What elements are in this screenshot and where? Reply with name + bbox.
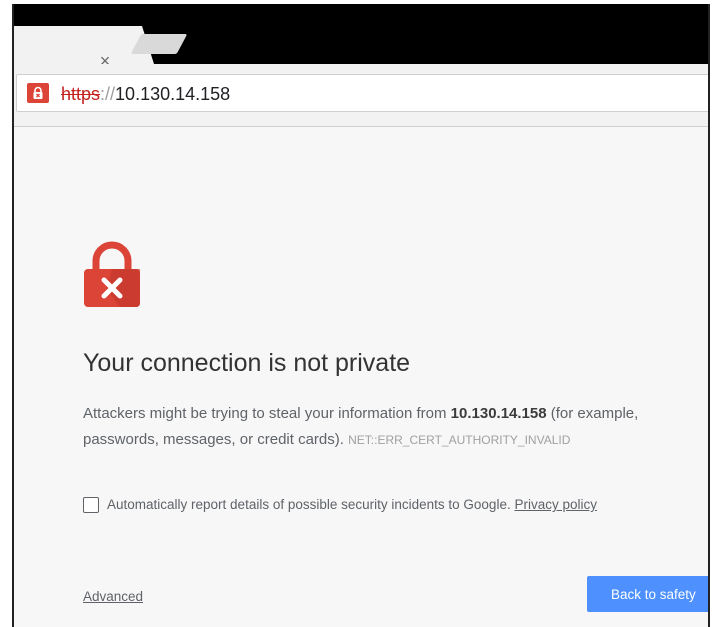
explanation-host: 10.130.14.158 (450, 405, 547, 422)
tab-strip: × (14, 4, 708, 70)
privacy-policy-link[interactable]: Privacy policy (514, 497, 597, 512)
url-host: 10.130.14.158 (115, 84, 231, 104)
lock-error-icon (82, 239, 142, 314)
page-heading: Your connection is not private (83, 349, 411, 377)
explanation-text: Attackers might be trying to steal your … (83, 405, 451, 422)
back-to-safety-button[interactable]: Back to safety (587, 576, 708, 612)
lock-error-icon[interactable] (27, 83, 49, 103)
url-separator: :// (100, 84, 116, 104)
error-code: NET::ERR_CERT_AUTHORITY_INVALID (348, 433, 571, 447)
report-label: Automatically report details of possible… (107, 497, 511, 512)
url-scheme: https (61, 84, 101, 104)
error-explanation: Attackers might be trying to steal your … (83, 401, 703, 453)
advanced-link[interactable]: Advanced (83, 589, 143, 604)
url-text: https://10.130.14.158 (61, 84, 230, 104)
new-tab-button[interactable] (130, 34, 188, 54)
interstitial-page: Your connection is not private Attackers… (14, 127, 708, 627)
address-bar[interactable]: https://10.130.14.158 (16, 74, 708, 112)
report-option: Automatically report details of possible… (83, 497, 597, 513)
report-checkbox[interactable] (83, 497, 99, 513)
active-tab[interactable]: × (14, 26, 154, 70)
toolbar: https://10.130.14.158 (14, 64, 708, 127)
browser-window: × https://10.130.14.158 Your connection … (12, 4, 710, 627)
